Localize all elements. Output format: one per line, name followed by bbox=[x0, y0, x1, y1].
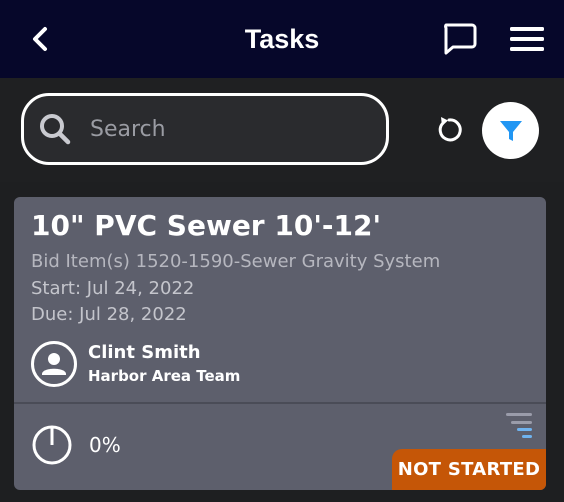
progress-percent: 0% bbox=[89, 433, 121, 457]
priority-icon bbox=[504, 411, 534, 441]
card-divider bbox=[14, 402, 546, 404]
assignee-team: Harbor Area Team bbox=[88, 367, 241, 385]
filter-icon bbox=[499, 120, 522, 141]
task-due-date: Due: Jul 28, 2022 bbox=[31, 304, 187, 325]
task-progress: 0% bbox=[31, 424, 121, 466]
hamburger-menu-icon bbox=[510, 27, 544, 51]
back-button[interactable] bbox=[24, 20, 56, 58]
chat-bubble-icon bbox=[444, 23, 477, 55]
task-list: 10" PVC Sewer 10'-12' Bid Item(s) 1520-1… bbox=[0, 182, 564, 502]
filter-button[interactable] bbox=[482, 102, 539, 159]
search-toolbar bbox=[0, 78, 564, 182]
search-icon bbox=[38, 112, 72, 146]
avatar bbox=[31, 341, 77, 387]
person-icon bbox=[42, 353, 66, 375]
chat-button[interactable] bbox=[440, 22, 478, 56]
task-start-date: Start: Jul 24, 2022 bbox=[31, 278, 195, 299]
assignee-name: Clint Smith bbox=[88, 342, 201, 363]
task-assignee: Clint Smith Harbor Area Team bbox=[31, 337, 240, 391]
chevron-left-icon bbox=[33, 27, 47, 51]
task-card[interactable]: 10" PVC Sewer 10'-12' Bid Item(s) 1520-1… bbox=[14, 197, 546, 490]
progress-circle-icon bbox=[32, 425, 72, 465]
page-title: Tasks bbox=[244, 24, 320, 54]
refresh-button[interactable] bbox=[434, 115, 464, 145]
status-badge: NOT STARTED bbox=[392, 449, 546, 490]
search-input[interactable] bbox=[88, 115, 370, 143]
task-bid-items: Bid Item(s) 1520-1590-Sewer Gravity Syst… bbox=[31, 251, 441, 272]
search-box[interactable] bbox=[21, 93, 389, 165]
refresh-icon bbox=[438, 117, 462, 142]
task-title: 10" PVC Sewer 10'-12' bbox=[31, 209, 382, 242]
menu-button[interactable] bbox=[506, 24, 548, 54]
app-header: Tasks bbox=[0, 0, 564, 78]
